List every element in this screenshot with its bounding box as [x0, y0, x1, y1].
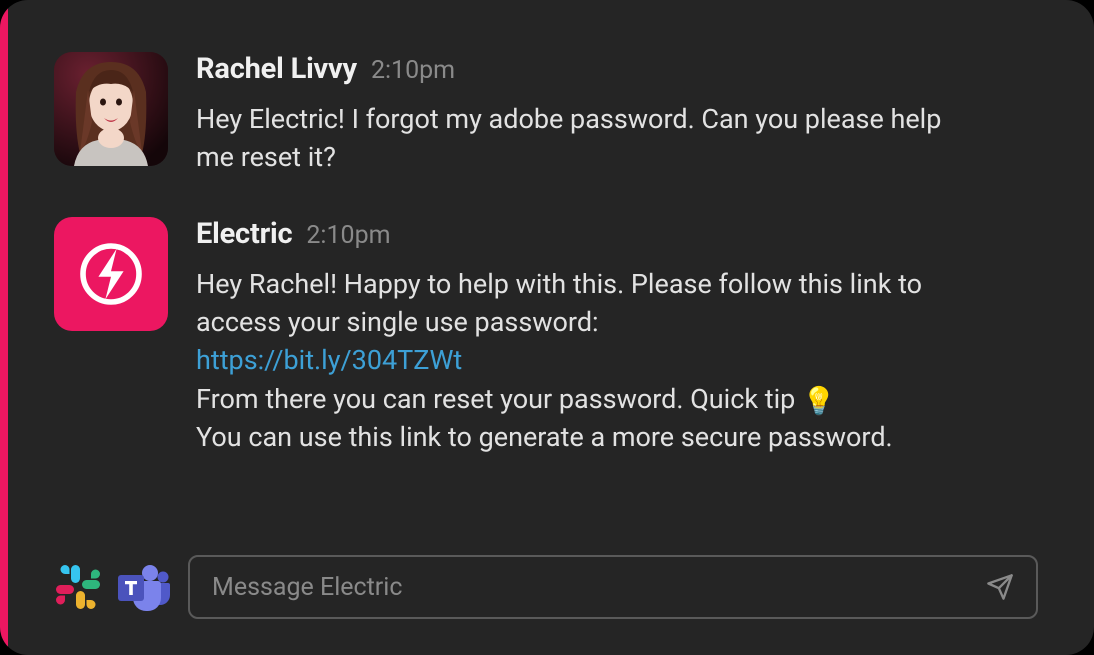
lightbulb-icon: 💡 — [802, 382, 836, 420]
message-row: Rachel Livvy 2:10pm Hey Electric! I forg… — [54, 52, 1038, 177]
message-header: Electric 2:10pm — [196, 217, 1038, 251]
avatar-bot[interactable] — [54, 217, 168, 331]
slack-icon[interactable] — [54, 563, 102, 611]
message-text: Hey Rachel! Happy to help with this. Ple… — [196, 265, 976, 457]
avatar-user[interactable] — [54, 52, 168, 166]
message-body: Electric 2:10pm Hey Rachel! Happy to hel… — [196, 217, 1038, 457]
message-timestamp: 2:10pm — [371, 56, 455, 85]
teams-icon[interactable] — [116, 563, 170, 611]
sender-name: Electric — [196, 217, 292, 251]
sender-name: Rachel Livvy — [196, 52, 357, 86]
message-row: Electric 2:10pm Hey Rachel! Happy to hel… — [54, 217, 1038, 457]
integration-icons — [54, 563, 170, 611]
bolt-icon — [76, 239, 146, 309]
accent-bar — [0, 0, 8, 655]
message-text-part: Hey Rachel! Happy to help with this. Ple… — [196, 268, 922, 338]
message-text-part: From there you can reset your password. … — [196, 383, 795, 415]
content-area: Rachel Livvy 2:10pm Hey Electric! I forg… — [8, 0, 1094, 655]
composer-row: Message Electric — [54, 555, 1038, 625]
message-text: Hey Electric! I forgot my adobe password… — [196, 100, 976, 177]
reset-link[interactable]: https://bit.ly/304TZWt — [196, 344, 462, 376]
send-icon[interactable] — [986, 573, 1014, 601]
chat-window: Rachel Livvy 2:10pm Hey Electric! I forg… — [0, 0, 1094, 655]
message-text-part: You can use this link to generate a more… — [196, 421, 893, 453]
message-timestamp: 2:10pm — [306, 221, 390, 250]
message-input[interactable]: Message Electric — [188, 555, 1038, 619]
input-placeholder: Message Electric — [212, 573, 972, 602]
user-avatar-illustration — [54, 52, 168, 166]
message-body: Rachel Livvy 2:10pm Hey Electric! I forg… — [196, 52, 1038, 177]
message-header: Rachel Livvy 2:10pm — [196, 52, 1038, 86]
